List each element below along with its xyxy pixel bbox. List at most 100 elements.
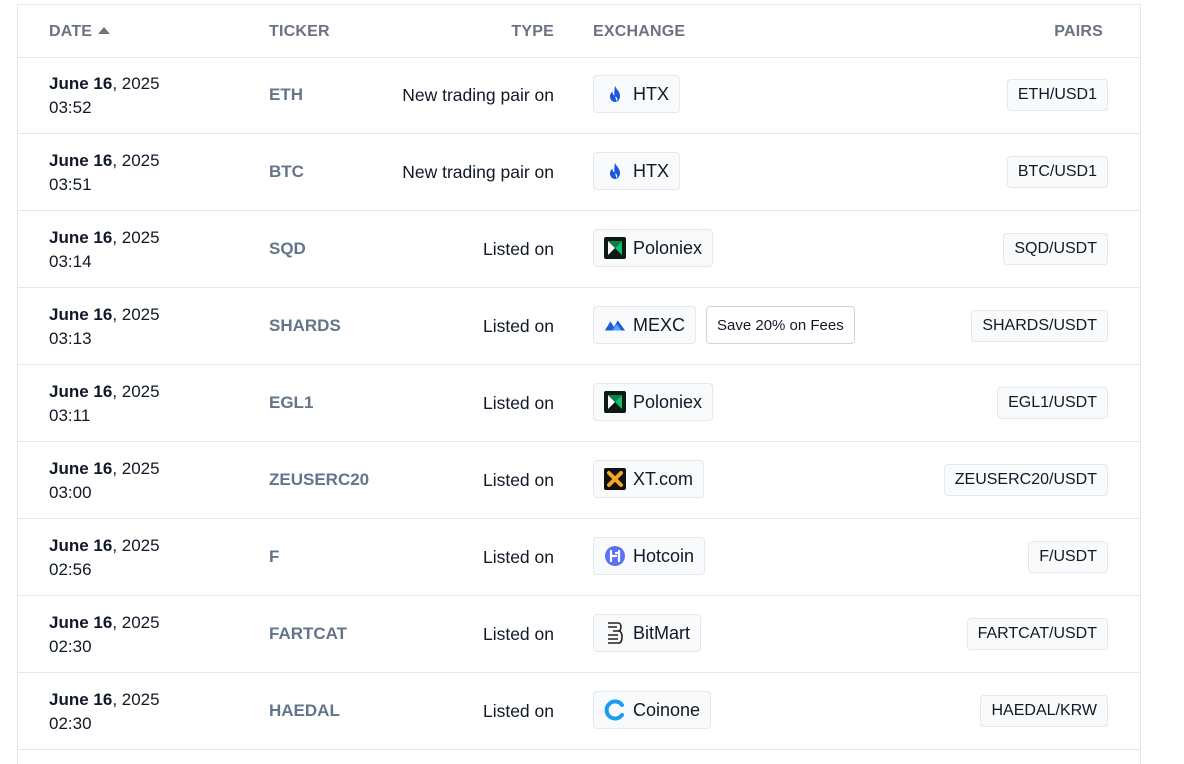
exchange-badge[interactable]: HTX <box>593 152 680 190</box>
ticker-link[interactable]: EGL1 <box>269 393 313 413</box>
listing-year: , 2025 <box>112 228 160 247</box>
listing-date: June 16, 2025 03:52 <box>49 72 160 120</box>
htx-icon <box>604 160 626 182</box>
sort-ascending-icon <box>98 27 111 34</box>
ticker-link[interactable]: HAEDAL <box>269 701 340 721</box>
exchange-name: MEXC <box>633 314 686 335</box>
ticker-link[interactable]: BTC <box>269 162 304 182</box>
trading-pair-badge[interactable]: FARTCAT/USDT <box>966 618 1108 650</box>
listing-year: , 2025 <box>112 382 160 401</box>
trading-pair-badge[interactable]: EGL1/USDT <box>997 387 1108 419</box>
exchange-badge[interactable]: XT.com <box>593 460 705 498</box>
ticker-column-header: TICKER <box>269 23 330 40</box>
listing-time: 03:14 <box>49 252 92 271</box>
listing-time: 03:00 <box>49 483 92 502</box>
trading-pair-badge[interactable]: ETH/USD1 <box>1006 79 1108 111</box>
date-column-header[interactable]: DATE <box>49 23 111 41</box>
listing-date: June 16, 2025 03:51 <box>49 149 160 197</box>
listing-time: 02:56 <box>49 560 92 579</box>
ticker-link[interactable]: SQD <box>269 239 306 259</box>
listing-date: June 16, 2025 02:56 <box>49 534 160 582</box>
table-row[interactable]: June 16, 2025 02:56 F Listed on Hotcoin F/USD… <box>18 519 1140 596</box>
trading-pair-badge[interactable]: SHARDS/USDT <box>971 310 1108 342</box>
exchange-name: Hotcoin <box>633 545 695 566</box>
trading-pair-badge[interactable]: BTC/USD1 <box>1006 156 1108 188</box>
listing-type: Listed on <box>482 624 554 644</box>
listing-year: , 2025 <box>112 459 160 478</box>
exchange-name: HTX <box>633 160 669 181</box>
listing-time: 02:30 <box>49 714 92 733</box>
listing-month-day: June 16 <box>49 690 113 709</box>
exchange-badge[interactable]: MEXC <box>593 306 697 344</box>
table-row[interactable]: June 16, 2025 03:11 EGL1 Listed on Poloniex E… <box>18 365 1140 442</box>
exchange-badge[interactable]: Poloniex <box>593 383 714 421</box>
listing-type: Listed on <box>482 239 554 259</box>
listing-month-day: June 16 <box>49 151 113 170</box>
listing-month-day: June 16 <box>49 613 113 632</box>
bitmart-icon <box>604 622 626 644</box>
table-row[interactable]: June 16, 2025 02:30 HAEDAL Listed on Coinone… <box>18 673 1140 750</box>
ticker-link[interactable]: ZEUSERC20 <box>269 470 369 490</box>
xt-icon <box>604 468 626 490</box>
listing-date: June 16, 2025 03:00 <box>49 457 160 505</box>
listing-time: 03:51 <box>49 175 92 194</box>
exchange-name: Poloniex <box>633 237 703 258</box>
exchange-badge[interactable]: Poloniex <box>593 229 714 267</box>
table-row[interactable]: June 16, 2025 03:00 ZEUSERC20 Listed on XT.c… <box>18 442 1140 519</box>
table-row[interactable]: June 16, 2025 03:13 SHARDS Listed on MEXC Sav… <box>18 288 1140 365</box>
trading-pair-badge[interactable]: F/USDT <box>1028 541 1108 573</box>
coinone-icon <box>604 699 626 721</box>
ticker-link[interactable]: FARTCAT <box>269 624 347 644</box>
listing-month-day: June 16 <box>49 228 113 247</box>
table-row[interactable]: June 16, 2025 02:30 FARTCAT Listed on BitMar… <box>18 596 1140 673</box>
listing-time: 03:13 <box>49 329 92 348</box>
exchange-name: BitMart <box>633 622 691 643</box>
listing-year: , 2025 <box>112 690 160 709</box>
date-header-label: DATE <box>49 23 93 40</box>
table-row[interactable]: June 16, 2025 03:14 SQD Listed on Poloniex SQ… <box>18 211 1140 288</box>
pairs-column-header: PAIRS <box>1054 23 1103 40</box>
trading-pair-badge[interactable]: ZEUSERC20/USDT <box>943 464 1108 496</box>
listing-month-day: June 16 <box>49 536 113 555</box>
exchange-name: XT.com <box>633 468 694 489</box>
exchange-name: HTX <box>633 83 669 104</box>
listing-year: , 2025 <box>112 74 160 93</box>
exchange-badge[interactable]: BitMart <box>593 614 702 652</box>
listing-year: , 2025 <box>112 536 160 555</box>
exchange-badge[interactable]: Hotcoin <box>593 537 706 575</box>
listing-month-day: June 16 <box>49 305 113 324</box>
hotcoin-icon <box>604 545 626 567</box>
table-header: DATE TICKER TYPE EXCHANGE PAIRS <box>18 5 1140 58</box>
fee-discount-button[interactable]: Save 20% on Fees <box>706 306 855 344</box>
trading-pair-badge[interactable]: HAEDAL/KRW <box>980 695 1108 727</box>
exchange-column-header: EXCHANGE <box>593 23 686 40</box>
listing-time: 03:52 <box>49 98 92 117</box>
listing-date: June 16, 2025 03:14 <box>49 226 160 274</box>
listing-date: June 16, 2025 02:30 <box>49 611 160 659</box>
exchange-badge[interactable]: HTX <box>593 75 680 113</box>
listing-time: 03:11 <box>49 406 91 425</box>
listing-type: New trading pair on <box>402 162 554 182</box>
type-column-header: TYPE <box>511 23 554 40</box>
listing-date: June 16, 2025 02:30 <box>49 688 160 736</box>
listing-type: Listed on <box>482 547 554 567</box>
listing-type: Listed on <box>482 316 554 336</box>
poloniex-icon <box>604 237 626 259</box>
listing-year: , 2025 <box>112 151 160 170</box>
listing-month-day: June 16 <box>49 382 113 401</box>
exchange-badge[interactable]: Coinone <box>593 691 712 729</box>
listing-type: Listed on <box>482 470 554 490</box>
exchange-name: Coinone <box>633 699 701 720</box>
htx-icon <box>604 83 626 105</box>
listings-table: DATE TICKER TYPE EXCHANGE PAIRS June 16,… <box>17 4 1141 764</box>
listing-type: Listed on <box>482 701 554 721</box>
listing-year: , 2025 <box>112 305 160 324</box>
table-row[interactable]: June 16, 2025 03:52 ETH New trading pair on… <box>18 57 1140 134</box>
listing-date: June 16, 2025 03:13 <box>49 303 160 351</box>
table-row[interactable]: June 16, 2025 03:51 BTC New trading pair on… <box>18 134 1140 211</box>
ticker-link[interactable]: ETH <box>269 85 303 105</box>
trading-pair-badge[interactable]: SQD/USDT <box>1003 233 1108 265</box>
ticker-link[interactable]: F <box>269 547 279 567</box>
exchange-name: Poloniex <box>633 391 703 412</box>
ticker-link[interactable]: SHARDS <box>269 316 341 336</box>
